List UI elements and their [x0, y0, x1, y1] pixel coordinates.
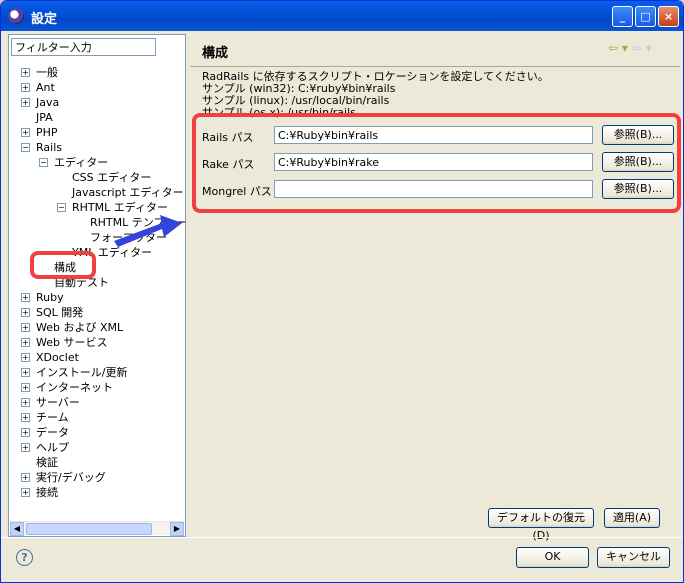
tree-item-label: PHP: [36, 126, 58, 139]
tree-item-label: エディター: [54, 156, 109, 169]
expand-icon[interactable]: +: [21, 353, 30, 362]
tree-item-label: データ: [36, 426, 69, 439]
tree-item-label: 検証: [36, 456, 58, 469]
settings-page: 構成 ⇦ ▾ ⇨ ▾ RadRails に依存するスクリプト・ロケーションを設定…: [190, 34, 680, 542]
preferences-dialog: 設定 _ □ × +一般+Ant+JavaJPA+PHP−Rails−エディター…: [0, 0, 684, 583]
expand-icon[interactable]: +: [21, 428, 30, 437]
horizontal-scrollbar[interactable]: ◀ ▶: [10, 521, 184, 536]
tree-item-label: 一般: [36, 66, 58, 79]
tree-item-label: CSS エディター: [72, 171, 152, 184]
tree-item-label: XDoclet: [36, 351, 79, 364]
minimize-button[interactable]: _: [612, 6, 633, 27]
header-divider: [190, 66, 680, 67]
restore-defaults-button[interactable]: デフォルトの復元(D): [488, 508, 594, 542]
tree-item-label: 接続: [36, 486, 58, 499]
scroll-thumb[interactable]: [26, 523, 152, 535]
expand-icon[interactable]: +: [21, 473, 30, 482]
expand-icon[interactable]: +: [21, 488, 30, 497]
expand-icon[interactable]: +: [21, 83, 30, 92]
apply-button[interactable]: 適用(A): [604, 508, 660, 528]
expand-icon[interactable]: +: [21, 293, 30, 302]
tree-item-label: インターネット: [36, 381, 113, 394]
expand-icon[interactable]: +: [21, 383, 30, 392]
tree-item-label: Java: [36, 96, 60, 109]
tree-item-label: ヘルプ: [36, 441, 69, 454]
tree-item-label: Ruby: [36, 291, 64, 304]
close-button[interactable]: ×: [658, 6, 679, 27]
expand-icon[interactable]: +: [21, 308, 30, 317]
highlight-path-fields: [192, 113, 681, 213]
footer-divider: [1, 537, 683, 538]
expand-icon[interactable]: +: [21, 413, 30, 422]
page-title: 構成: [202, 46, 229, 61]
expand-icon[interactable]: +: [21, 128, 30, 137]
nav-back-forward-icon[interactable]: ⇦ ▾ ⇨ ▾: [608, 41, 652, 55]
collapse-icon[interactable]: −: [57, 203, 66, 212]
eclipse-icon: [8, 8, 24, 24]
tree-item-label: Ant: [36, 81, 55, 94]
expand-icon[interactable]: +: [21, 443, 30, 452]
expand-icon[interactable]: +: [21, 368, 30, 377]
tree-item-label: 実行/デバッグ: [36, 471, 106, 484]
collapse-icon[interactable]: −: [21, 143, 30, 152]
tree-item-label: JPA: [36, 111, 53, 124]
tree-item-label: SQL 開発: [36, 306, 84, 319]
expand-icon[interactable]: +: [21, 323, 30, 332]
filter-input[interactable]: [11, 38, 156, 56]
highlight-tree-item: [30, 251, 96, 279]
page-description: RadRails に依存するスクリプト・ロケーションを設定してください。 サンプ…: [202, 71, 549, 119]
scroll-right-icon[interactable]: ▶: [170, 522, 184, 536]
tree-item-label: インストール/更新: [36, 366, 128, 379]
expand-icon[interactable]: +: [21, 98, 30, 107]
help-icon[interactable]: ?: [16, 549, 33, 566]
tree-item-label: Web および XML: [36, 321, 124, 334]
collapse-icon[interactable]: −: [39, 158, 48, 167]
title-bar[interactable]: 設定 _ □ ×: [1, 1, 683, 31]
window-title: 設定: [31, 12, 58, 27]
tree-item-label: チーム: [36, 411, 69, 424]
maximize-button[interactable]: □: [635, 6, 656, 27]
expand-icon[interactable]: +: [21, 338, 30, 347]
tree-item-label: サーバー: [36, 396, 80, 409]
blue-arrow-annotation: [114, 215, 182, 247]
expand-icon[interactable]: +: [21, 68, 30, 77]
expand-icon[interactable]: +: [21, 398, 30, 407]
scroll-left-icon[interactable]: ◀: [10, 522, 24, 536]
tree-item-label: Javascript エディター: [72, 186, 184, 199]
ok-button[interactable]: OK: [516, 547, 589, 568]
preference-tree-panel: +一般+Ant+JavaJPA+PHP−Rails−エディターCSS エディター…: [8, 34, 197, 537]
tree-item-label: Rails: [36, 141, 62, 154]
tree-item-label: Web サービス: [36, 336, 108, 349]
cancel-button[interactable]: キャンセル: [597, 547, 670, 568]
